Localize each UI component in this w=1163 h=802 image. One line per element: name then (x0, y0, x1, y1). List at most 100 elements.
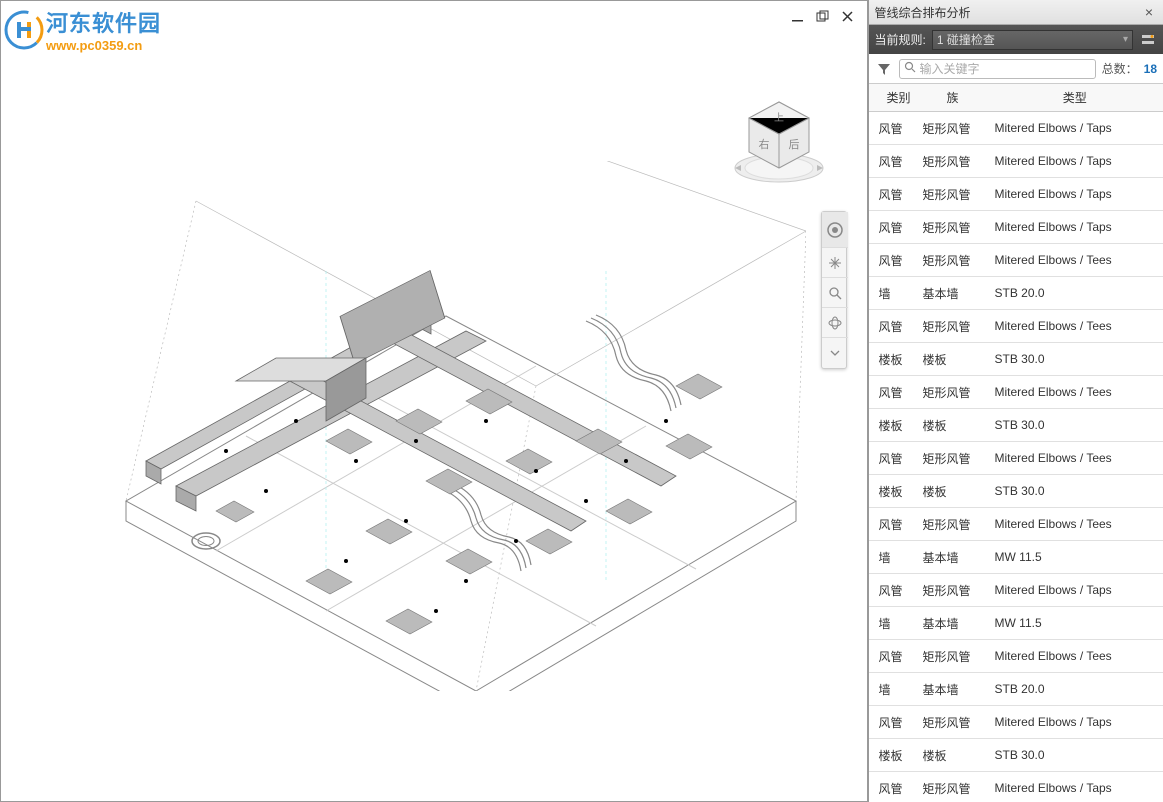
cell-family: 矩形风管 (919, 648, 987, 665)
nav-orbit-button[interactable] (822, 308, 848, 338)
cell-category: 风管 (869, 450, 919, 467)
table-row[interactable]: 风管矩形风管Mitered Elbows / Taps (869, 574, 1163, 607)
cell-family: 矩形风管 (919, 714, 987, 731)
nav-pan-button[interactable] (822, 248, 848, 278)
viewcube[interactable]: 上 右 后 (727, 96, 832, 186)
table-row[interactable]: 墙基本墙MW 11.5 (869, 607, 1163, 640)
restore-button[interactable] (815, 9, 830, 24)
table-row[interactable]: 风管矩形风管Mitered Elbows / Taps (869, 145, 1163, 178)
panel-close-button[interactable]: × (1141, 4, 1157, 20)
cell-family: 矩形风管 (919, 219, 987, 236)
cell-type: Mitered Elbows / Taps (987, 187, 1163, 201)
site-logo-icon (4, 10, 44, 50)
cell-family: 楼板 (919, 351, 987, 368)
table-row[interactable]: 楼板楼板STB 30.0 (869, 475, 1163, 508)
panel-title: 管线综合排布分析 (875, 4, 1142, 21)
column-category[interactable]: 类别 (869, 89, 919, 106)
cell-type: Mitered Elbows / Tees (987, 385, 1163, 399)
cell-type: MW 11.5 (987, 616, 1163, 630)
cell-family: 矩形风管 (919, 384, 987, 401)
viewcube-back-label: 后 (788, 138, 799, 151)
table-row[interactable]: 风管矩形风管Mitered Elbows / Taps (869, 772, 1163, 802)
cell-category: 楼板 (869, 747, 919, 764)
table-row[interactable]: 风管矩形风管Mitered Elbows / Tees (869, 376, 1163, 409)
table-row[interactable]: 风管矩形风管Mitered Elbows / Tees (869, 442, 1163, 475)
nav-chevron-down-icon[interactable] (822, 338, 848, 368)
cell-type: Mitered Elbows / Taps (987, 583, 1163, 597)
cell-type: STB 30.0 (987, 418, 1163, 432)
table-row[interactable]: 墙基本墙STB 20.0 (869, 673, 1163, 706)
cell-family: 基本墙 (919, 549, 987, 566)
cell-category: 风管 (869, 120, 919, 137)
table-row[interactable]: 楼板楼板STB 30.0 (869, 409, 1163, 442)
column-family[interactable]: 族 (919, 89, 987, 106)
cell-category: 楼板 (869, 351, 919, 368)
search-bar: 总数： 18 (869, 54, 1163, 84)
site-title: 河东软件园 (46, 6, 161, 38)
cell-family: 矩形风管 (919, 318, 987, 335)
cell-type: Mitered Elbows / Tees (987, 649, 1163, 663)
table-row[interactable]: 风管矩形风管Mitered Elbows / Taps (869, 211, 1163, 244)
cell-family: 楼板 (919, 417, 987, 434)
total-value: 18 (1144, 62, 1157, 76)
viewport-wrapper: 河东软件园 www.pc0359.cn (0, 0, 868, 802)
cell-family: 矩形风管 (919, 780, 987, 797)
table-row[interactable]: 墙基本墙MW 11.5 (869, 541, 1163, 574)
3d-model[interactable] (66, 161, 806, 691)
cell-category: 墙 (869, 285, 919, 302)
cell-type: MW 11.5 (987, 550, 1163, 564)
cell-type: Mitered Elbows / Taps (987, 154, 1163, 168)
cell-type: Mitered Elbows / Tees (987, 319, 1163, 333)
rule-settings-button[interactable] (1139, 31, 1157, 49)
table-row[interactable]: 风管矩形风管Mitered Elbows / Tees (869, 640, 1163, 673)
cell-category: 风管 (869, 648, 919, 665)
cell-family: 基本墙 (919, 285, 987, 302)
chevron-down-icon: ▾ (1123, 34, 1128, 45)
cell-category: 风管 (869, 714, 919, 731)
table-row[interactable]: 楼板楼板STB 30.0 (869, 739, 1163, 772)
cell-category: 墙 (869, 681, 919, 698)
table-row[interactable]: 风管矩形风管Mitered Elbows / Taps (869, 178, 1163, 211)
cell-family: 基本墙 (919, 681, 987, 698)
search-icon (904, 61, 916, 76)
cell-type: Mitered Elbows / Taps (987, 121, 1163, 135)
filter-button[interactable] (875, 60, 893, 78)
cell-family: 矩形风管 (919, 516, 987, 533)
table-header: 类别 族 类型 (869, 84, 1163, 112)
cell-type: Mitered Elbows / Taps (987, 220, 1163, 234)
table-row[interactable]: 风管矩形风管Mitered Elbows / Tees (869, 508, 1163, 541)
cell-family: 矩形风管 (919, 252, 987, 269)
cell-family: 矩形风管 (919, 120, 987, 137)
search-input[interactable] (920, 62, 1091, 76)
table-row[interactable]: 风管矩形风管Mitered Elbows / Tees (869, 310, 1163, 343)
cell-category: 楼板 (869, 417, 919, 434)
cell-family: 矩形风管 (919, 582, 987, 599)
close-button[interactable] (840, 9, 855, 24)
table-row[interactable]: 墙基本墙STB 20.0 (869, 277, 1163, 310)
cell-category: 墙 (869, 549, 919, 566)
nav-zoom-button[interactable] (822, 278, 848, 308)
table-row[interactable]: 楼板楼板STB 30.0 (869, 343, 1163, 376)
cell-type: Mitered Elbows / Taps (987, 715, 1163, 729)
cell-family: 基本墙 (919, 615, 987, 632)
table-row[interactable]: 风管矩形风管Mitered Elbows / Tees (869, 244, 1163, 277)
rule-select[interactable]: 1 碰撞检查 ▾ (932, 30, 1133, 50)
cell-category: 风管 (869, 582, 919, 599)
cell-category: 风管 (869, 516, 919, 533)
viewcube-right-label: 右 (758, 137, 769, 151)
cell-family: 楼板 (919, 747, 987, 764)
cell-type: STB 30.0 (987, 748, 1163, 762)
cell-category: 风管 (869, 780, 919, 797)
cell-category: 风管 (869, 219, 919, 236)
cell-family: 矩形风管 (919, 186, 987, 203)
table-row[interactable]: 风管矩形风管Mitered Elbows / Taps (869, 112, 1163, 145)
table-body[interactable]: 风管矩形风管Mitered Elbows / Taps风管矩形风管Mitered… (869, 112, 1163, 802)
3d-viewport[interactable]: 河东软件园 www.pc0359.cn (0, 0, 868, 802)
watermark: 河东软件园 www.pc0359.cn (4, 6, 161, 53)
analysis-panel: 管线综合排布分析 × 当前规则: 1 碰撞检查 ▾ 总数： 18 类别 族 类型… (868, 0, 1163, 802)
nav-steering-wheel-button[interactable] (822, 212, 848, 248)
table-row[interactable]: 风管矩形风管Mitered Elbows / Taps (869, 706, 1163, 739)
column-type[interactable]: 类型 (987, 89, 1163, 106)
cell-category: 风管 (869, 384, 919, 401)
minimize-button[interactable] (790, 9, 805, 24)
